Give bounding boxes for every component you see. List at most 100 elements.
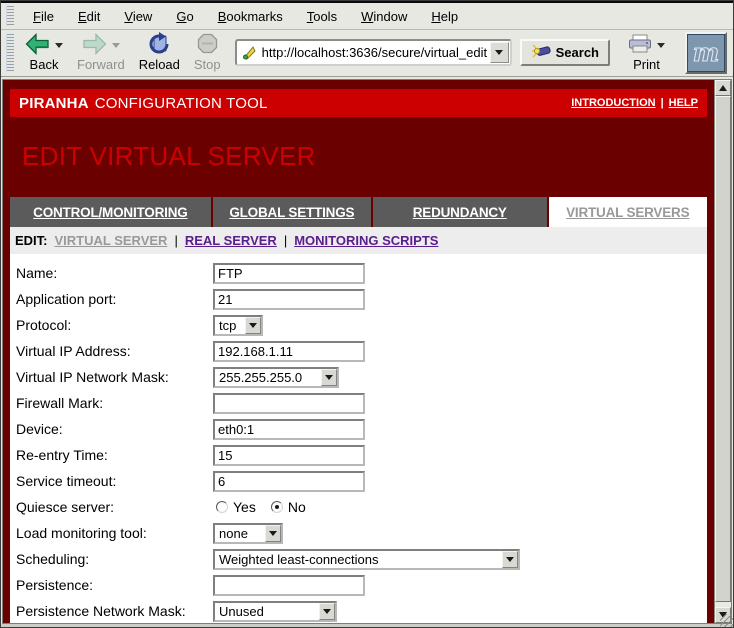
form-row-firewall-mark: Firewall Mark: <box>14 390 707 416</box>
persistence-label: Persistence: <box>14 577 213 593</box>
browser-toolbar: Back Forward Reload <box>1 30 733 77</box>
help-link[interactable]: HELP <box>669 97 698 109</box>
search-icon <box>531 43 551 62</box>
window-resize-grip[interactable] <box>720 614 733 627</box>
header-links: INTRODUCTION | HELP <box>571 97 698 109</box>
protocol-label: Protocol: <box>14 317 213 333</box>
url-dropdown-button[interactable] <box>490 42 509 63</box>
bookmark-icon[interactable] <box>242 45 257 60</box>
application-port-label: Application port: <box>14 291 213 307</box>
service-timeout-label: Service timeout: <box>14 473 213 489</box>
header-link-separator: | <box>661 97 664 109</box>
toolbar-grippy[interactable] <box>6 34 14 72</box>
back-dropdown-icon[interactable] <box>55 43 63 48</box>
menu-go[interactable]: Go <box>164 6 205 27</box>
firewall-mark-input[interactable] <box>213 393 365 414</box>
svg-text:m: m <box>693 38 719 67</box>
tab-control-monitoring[interactable]: CONTROL/MONITORING <box>10 197 211 227</box>
menu-tools[interactable]: Tools <box>295 6 349 27</box>
device-label: Device: <box>14 421 213 437</box>
service-timeout-input[interactable] <box>213 471 365 492</box>
form-row-virtual-ip: Virtual IP Address: <box>14 338 707 364</box>
brand-subtitle: CONFIGURATION TOOL <box>95 95 268 112</box>
form-row-reentry-time: Re-entry Time: <box>14 442 707 468</box>
menu-file[interactable]: File <box>21 6 66 27</box>
firewall-mark-label: Firewall Mark: <box>14 395 213 411</box>
form-row-load-monitoring: Load monitoring tool: none <box>14 520 707 546</box>
name-input[interactable] <box>213 263 365 284</box>
quiesce-no-radio[interactable] <box>271 501 283 513</box>
name-label: Name: <box>14 265 213 281</box>
dropdown-arrow-icon <box>321 369 337 386</box>
persistence-input[interactable] <box>213 575 365 596</box>
virtual-ip-netmask-select[interactable]: 255.255.255.0 <box>213 367 339 388</box>
menu-window[interactable]: Window <box>349 6 419 27</box>
back-button[interactable]: Back <box>21 32 67 73</box>
print-dropdown-icon[interactable] <box>657 43 665 48</box>
form-row-persistence-netmask: Persistence Network Mask: Unused <box>14 598 707 623</box>
virtual-server-form: Name: Application port: Protocol: tcp Vi… <box>10 254 707 623</box>
persistence-netmask-select[interactable]: Unused <box>213 601 337 622</box>
edit-subnav: EDIT: VIRTUAL SERVER | REAL SERVER | MON… <box>10 227 707 254</box>
menu-help[interactable]: Help <box>419 6 470 27</box>
menu-view[interactable]: View <box>112 6 164 27</box>
reentry-time-label: Re-entry Time: <box>14 447 213 463</box>
form-row-application-port: Application port: <box>14 286 707 312</box>
scroll-up-button[interactable] <box>715 80 731 96</box>
form-row-protocol: Protocol: tcp <box>14 312 707 338</box>
url-bar <box>235 39 512 66</box>
url-input[interactable] <box>260 45 490 60</box>
quiesce-yes-label: Yes <box>233 499 256 515</box>
subnav-monitoring-scripts-link[interactable]: MONITORING SCRIPTS <box>294 233 438 248</box>
persistence-netmask-label: Persistence Network Mask: <box>14 603 213 619</box>
scroll-up-icon <box>719 85 727 91</box>
menu-bookmarks[interactable]: Bookmarks <box>206 6 295 27</box>
menu-edit[interactable]: Edit <box>66 6 112 27</box>
virtual-ip-input[interactable] <box>213 341 365 362</box>
form-row-device: Device: <box>14 416 707 442</box>
vertical-scrollbar <box>714 80 731 623</box>
scheduling-select[interactable]: Weighted least-connections <box>213 549 520 570</box>
window-bottom-edge <box>1 624 733 627</box>
forward-button[interactable]: Forward <box>73 32 129 73</box>
quiesce-server-label: Quiesce server: <box>14 499 213 515</box>
protocol-select[interactable]: tcp <box>213 315 263 336</box>
subnav-separator: | <box>174 233 177 248</box>
print-icon <box>628 34 652 57</box>
browser-viewport: PIRANHA CONFIGURATION TOOL INTRODUCTION … <box>2 79 732 624</box>
back-icon <box>25 33 50 58</box>
tab-redundancy[interactable]: REDUNDANCY <box>373 197 547 227</box>
search-button[interactable]: Search <box>520 39 610 66</box>
form-row-name: Name: <box>14 260 707 286</box>
subnav-separator: | <box>284 233 287 248</box>
quiesce-yes-radio[interactable] <box>216 501 228 513</box>
load-monitoring-select[interactable]: none <box>213 523 283 544</box>
stop-icon <box>197 33 218 57</box>
dropdown-arrow-icon <box>265 525 281 542</box>
application-port-input[interactable] <box>213 289 365 310</box>
tab-virtual-servers[interactable]: VIRTUAL SERVERS <box>549 197 708 227</box>
forward-icon <box>82 33 107 58</box>
reload-button[interactable]: Reload <box>135 32 184 73</box>
quiesce-no-label: No <box>288 499 306 515</box>
subnav-real-server-link[interactable]: REAL SERVER <box>185 233 277 248</box>
menubar-grippy[interactable] <box>6 6 14 26</box>
page-header-bar: PIRANHA CONFIGURATION TOOL INTRODUCTION … <box>10 89 707 117</box>
brand-name: PIRANHA <box>19 95 89 112</box>
device-input[interactable] <box>213 419 365 440</box>
scrollbar-thumb[interactable] <box>715 96 731 602</box>
form-row-quiesce-server: Quiesce server: Yes No <box>14 494 707 520</box>
virtual-ip-label: Virtual IP Address: <box>14 343 213 359</box>
stop-button[interactable]: Stop <box>190 32 225 73</box>
tab-global-settings[interactable]: GLOBAL SETTINGS <box>213 197 371 227</box>
tab-bar: CONTROL/MONITORING GLOBAL SETTINGS REDUN… <box>10 197 707 227</box>
mozilla-logo[interactable]: m <box>685 32 727 74</box>
reentry-time-input[interactable] <box>213 445 365 466</box>
introduction-link[interactable]: INTRODUCTION <box>571 97 655 109</box>
piranha-page: PIRANHA CONFIGURATION TOOL INTRODUCTION … <box>3 80 714 623</box>
print-button[interactable]: Print <box>624 32 669 73</box>
forward-dropdown-icon[interactable] <box>112 43 120 48</box>
scheduling-label: Scheduling: <box>14 551 213 567</box>
dropdown-arrow-icon <box>245 317 261 334</box>
dropdown-arrow-icon <box>502 551 518 568</box>
